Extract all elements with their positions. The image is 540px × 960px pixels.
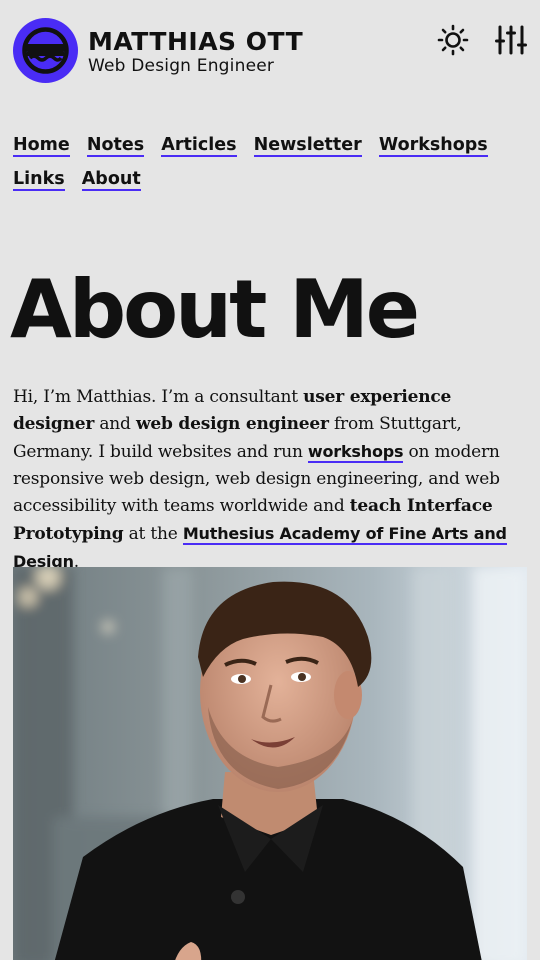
main-navigation: Home Notes Articles Newsletter Workshops… — [13, 128, 527, 196]
intro-text: and — [94, 414, 136, 434]
intro-text: Hi, I’m Matthias. I’m a consultant — [13, 387, 304, 407]
nav-item-newsletter[interactable]: Newsletter — [253, 135, 362, 157]
header-tools — [437, 24, 527, 56]
nav-item-home[interactable]: Home — [13, 135, 70, 157]
nav-item-about[interactable]: About — [81, 169, 141, 191]
page-title: About Me — [10, 263, 420, 356]
nav-item-links[interactable]: Links — [13, 169, 65, 191]
nav-item-workshops[interactable]: Workshops — [378, 135, 488, 157]
portrait-photo — [13, 567, 527, 960]
site-name: MATTHIAS OTT — [88, 26, 304, 56]
intro-emphasis: web design engineer — [135, 414, 329, 434]
site-tagline: Web Design Engineer — [88, 55, 275, 76]
home-logo-link[interactable]: MATTHIAS OTT Web Design Engineer — [13, 18, 303, 83]
intro-paragraph: Hi, I’m Matthias. I’m a consultant user … — [13, 384, 527, 576]
site-header: MATTHIAS OTT Web Design Engineer — [13, 18, 527, 84]
intro-text: at the — [123, 524, 183, 544]
workshops-link[interactable]: workshops — [307, 442, 404, 463]
sun-icon[interactable] — [437, 24, 469, 56]
sliders-icon[interactable] — [495, 24, 527, 56]
nav-item-notes[interactable]: Notes — [86, 135, 145, 157]
avatar-logo-icon — [13, 18, 78, 83]
nav-item-articles[interactable]: Articles — [161, 135, 237, 157]
